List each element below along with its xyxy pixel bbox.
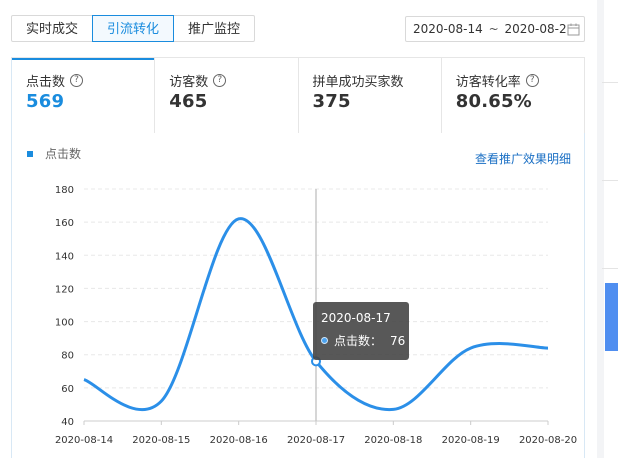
tooltip-row: 点击数： 76	[321, 332, 409, 349]
y-tick-label: 60	[61, 384, 74, 395]
y-tick-label: 80	[61, 351, 74, 362]
tooltip-series-dot	[321, 337, 328, 344]
x-tick-label: 2020-08-19	[442, 435, 500, 446]
line-chart[interactable]: 40 60 80 100 120 140 160 180 2020-08-14 2020-08-1…	[0, 0, 618, 458]
y-tick-label: 120	[55, 284, 74, 295]
x-tick-label: 2020-08-17	[287, 435, 345, 446]
x-tick-label: 2020-08-18	[364, 435, 422, 446]
chart-tooltip: 2020-08-17 点击数： 76	[313, 302, 409, 360]
x-tick-label: 2020-08-15	[132, 435, 190, 446]
tooltip-series-label: 点击数：	[334, 334, 383, 348]
y-tick-label: 180	[55, 185, 74, 196]
tooltip-date: 2020-08-17	[321, 311, 391, 325]
x-tick-label: 2020-08-16	[210, 435, 268, 446]
tooltip-value: 76	[390, 333, 406, 348]
x-tick-label: 2020-08-14	[55, 435, 113, 446]
x-tick-label: 2020-08-20	[519, 435, 577, 446]
y-tick-label: 140	[55, 251, 74, 262]
y-tick-label: 40	[61, 417, 74, 428]
tab-traffic-conversion[interactable]: 引流转化	[92, 15, 175, 42]
y-tick-label: 100	[55, 318, 74, 329]
y-tick-label: 160	[55, 218, 74, 229]
promotion-analytics-page: 实时成交 引流转化 推广监控 2020-08-14 ~ 2020-08-20 点…	[0, 0, 618, 458]
